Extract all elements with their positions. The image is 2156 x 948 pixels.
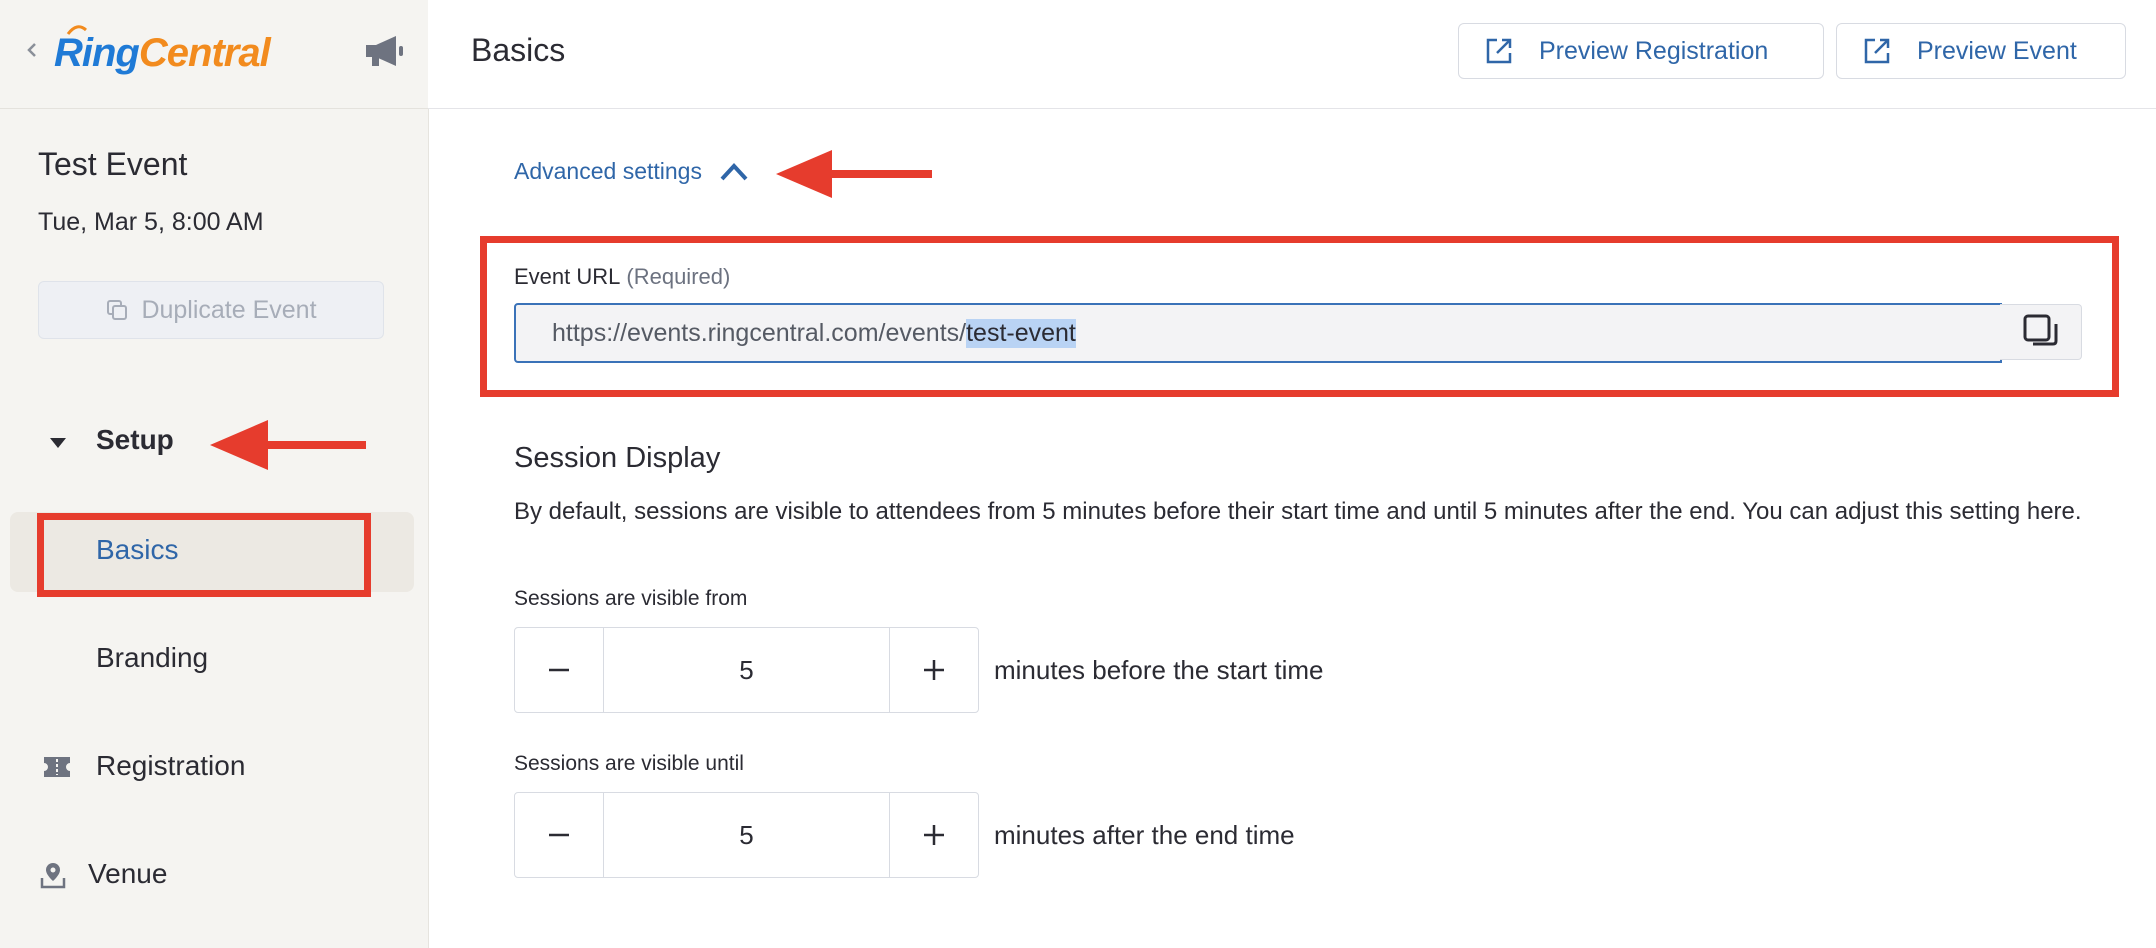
visible-from-decrement-button[interactable] bbox=[515, 628, 603, 712]
visible-from-suffix: minutes before the start time bbox=[994, 655, 1324, 685]
event-url-input[interactable]: https://events.ringcentral.com/events/te… bbox=[514, 303, 2002, 363]
event-date: Tue, Mar 5, 8:00 AM bbox=[38, 208, 264, 236]
minus-icon bbox=[549, 833, 569, 837]
minus-icon bbox=[549, 668, 569, 672]
advanced-settings-toggle[interactable]: Advanced settings bbox=[514, 158, 750, 185]
duplicate-icon bbox=[107, 300, 128, 320]
visible-from-stepper: 5 bbox=[514, 627, 979, 713]
visible-until-value[interactable]: 5 bbox=[603, 793, 890, 877]
external-link-icon bbox=[1486, 38, 1512, 64]
visible-from-value[interactable]: 5 bbox=[603, 628, 890, 712]
event-url-label-text: Event URL bbox=[514, 264, 621, 289]
sidebar-item-branding[interactable]: Branding bbox=[96, 642, 208, 674]
chevron-left-icon[interactable] bbox=[22, 36, 42, 64]
page-header: Basics Preview Registration Preview Even… bbox=[428, 0, 2156, 109]
ringcentral-logo[interactable]: RingCentral bbox=[54, 26, 271, 80]
nav-section-setup-label: Setup bbox=[96, 424, 174, 455]
visible-until-increment-button[interactable] bbox=[890, 793, 978, 877]
required-marker: (Required) bbox=[626, 264, 731, 289]
sidebar: RingCentral Test Event Tue, Mar 5, 8:00 … bbox=[0, 0, 429, 948]
preview-registration-button[interactable]: Preview Registration bbox=[1458, 23, 1824, 79]
copy-url-button[interactable] bbox=[2000, 304, 2082, 360]
plus-icon bbox=[924, 825, 944, 845]
session-display-title: Session Display bbox=[514, 442, 721, 474]
location-pin-icon bbox=[40, 863, 66, 889]
event-url-prefix: https://events.ringcentral.com/events/ bbox=[552, 318, 967, 347]
preview-event-button[interactable]: Preview Event bbox=[1836, 23, 2126, 79]
ticket-icon bbox=[44, 757, 70, 777]
visible-until-suffix: minutes after the end time bbox=[994, 820, 1295, 850]
plus-icon bbox=[924, 660, 944, 680]
visible-until-decrement-button[interactable] bbox=[515, 793, 603, 877]
sidebar-item-basics-highlight bbox=[10, 512, 414, 592]
duplicate-event-label: Duplicate Event bbox=[141, 295, 317, 324]
event-url-slug[interactable]: test-event bbox=[966, 318, 1076, 348]
duplicate-event-button[interactable]: Duplicate Event bbox=[38, 281, 384, 339]
event-url-label: Event URL (Required) bbox=[514, 264, 730, 290]
visible-until-stepper: 5 bbox=[514, 792, 979, 878]
sidebar-item-registration[interactable]: Registration bbox=[96, 750, 245, 782]
sidebar-header: RingCentral bbox=[0, 0, 428, 109]
sidebar-item-basics[interactable]: Basics bbox=[96, 534, 178, 566]
preview-event-label: Preview Event bbox=[1917, 36, 2077, 65]
visible-from-increment-button[interactable] bbox=[890, 628, 978, 712]
caret-down-icon bbox=[50, 438, 66, 448]
sidebar-item-venue[interactable]: Venue bbox=[88, 858, 167, 890]
copy-icon bbox=[2023, 314, 2057, 346]
visible-until-label: Sessions are visible until bbox=[514, 752, 744, 775]
page-title: Basics bbox=[471, 32, 566, 68]
event-title: Test Event bbox=[38, 146, 188, 182]
external-link-icon bbox=[1864, 38, 1890, 64]
chevron-up-icon bbox=[720, 162, 748, 180]
logo-central-text: Central bbox=[138, 31, 271, 75]
session-display-description: By default, sessions are visible to atte… bbox=[514, 498, 2082, 525]
megaphone-icon[interactable] bbox=[362, 34, 406, 68]
preview-registration-label: Preview Registration bbox=[1539, 36, 1769, 65]
visible-from-label: Sessions are visible from bbox=[514, 587, 748, 610]
advanced-settings-label: Advanced settings bbox=[514, 158, 702, 184]
logo-ring-text: Ring bbox=[54, 31, 140, 75]
annotation-arrow-advanced-settings bbox=[776, 150, 932, 198]
